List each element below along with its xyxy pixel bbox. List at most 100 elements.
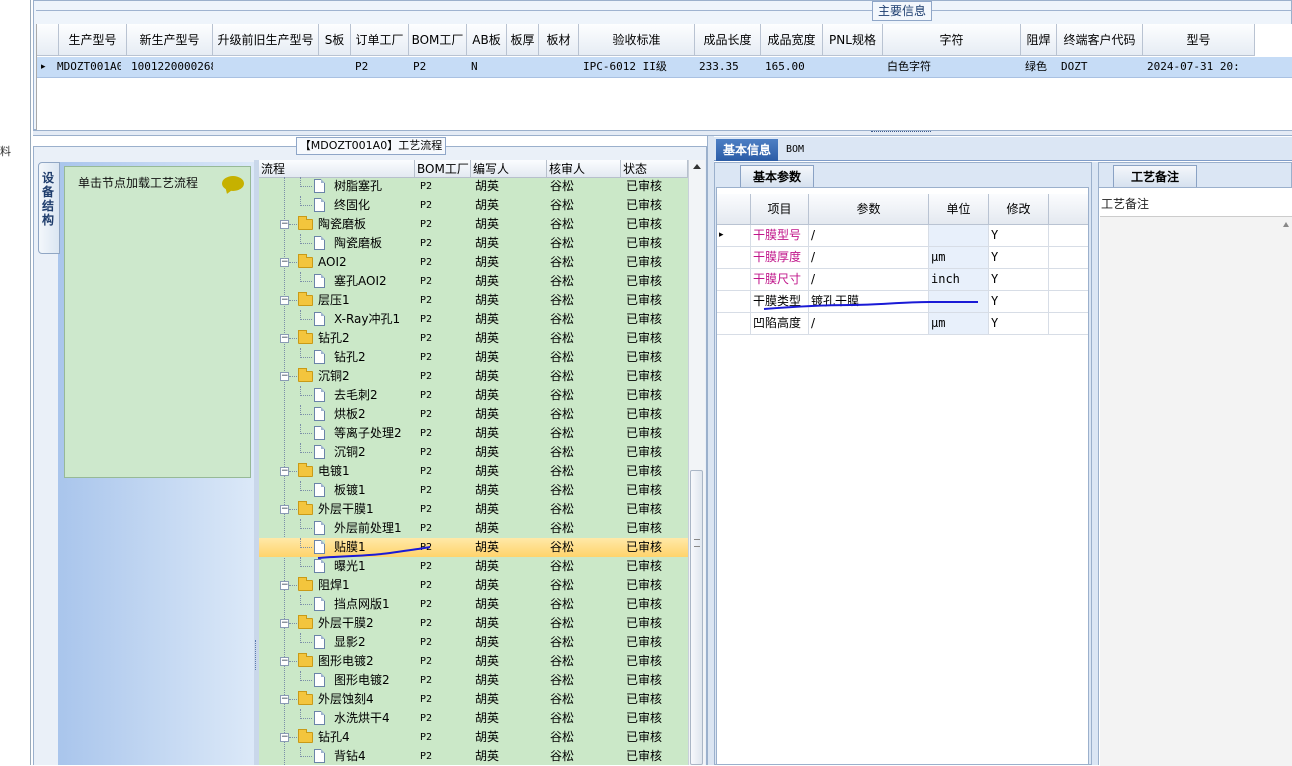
tree-row[interactable]: 塞孔AOI2 P2 胡英 谷松 已审核: [259, 272, 688, 291]
param-unit: μm: [929, 313, 989, 334]
tree-row[interactable]: − 阻焊1 P2 胡英 谷松 已审核: [259, 576, 688, 595]
column-header[interactable]: 板厚: [507, 24, 539, 56]
tree-row[interactable]: − 沉铜2 P2 胡英 谷松 已审核: [259, 367, 688, 386]
tree-row[interactable]: X-Ray冲孔1 P2 胡英 谷松 已审核: [259, 310, 688, 329]
tree-row[interactable]: − 图形电镀2 P2 胡英 谷松 已审核: [259, 652, 688, 671]
collapse-toggle-icon[interactable]: −: [280, 372, 289, 381]
column-header[interactable]: 成品宽度: [761, 24, 823, 56]
column-header[interactable]: 升级前旧生产型号: [213, 24, 319, 56]
main-info-grid[interactable]: 生产型号 新生产型号 升级前旧生产型号 S板 订单工厂 BOM工厂 AB板 板厚 板材 验收标准成…: [36, 24, 1292, 130]
param-value[interactable]: /: [809, 269, 929, 290]
tree-row[interactable]: − 外层干膜1 P2 胡英 谷松 已审核: [259, 500, 688, 519]
params-column-header[interactable]: 参数: [809, 194, 929, 225]
column-header[interactable]: 板材: [539, 24, 579, 56]
column-header[interactable]: PNL规格: [823, 24, 883, 56]
panel-splitter-middle[interactable]: [707, 136, 714, 765]
tree-column-header[interactable]: 流程: [259, 160, 415, 178]
collapse-toggle-icon[interactable]: −: [280, 258, 289, 267]
tree-scrollbar[interactable]: [688, 160, 705, 765]
collapse-toggle-icon[interactable]: −: [280, 695, 289, 704]
horizontal-splitter[interactable]: [33, 130, 1292, 136]
scroll-up-arrow-icon[interactable]: [693, 164, 701, 169]
param-value[interactable]: /: [809, 225, 929, 246]
tab-equipment-structure[interactable]: 设备结构: [38, 162, 60, 254]
params-row[interactable]: 干膜厚度 / μm Y: [717, 247, 1088, 269]
tree-bom-factory: P2: [420, 599, 433, 610]
tree-row[interactable]: 终固化 P2 胡英 谷松 已审核: [259, 196, 688, 215]
collapse-toggle-icon[interactable]: −: [280, 296, 289, 305]
remark-textarea[interactable]: [1100, 216, 1292, 766]
tree-row[interactable]: − 电镀1 P2 胡英 谷松 已审核: [259, 462, 688, 481]
tab-basic-params[interactable]: 基本参数: [740, 165, 814, 187]
tree-row[interactable]: − 陶瓷磨板 P2 胡英 谷松 已审核: [259, 215, 688, 234]
tree-column-header[interactable]: 核审人: [547, 160, 621, 178]
column-header[interactable]: 订单工厂: [351, 24, 409, 56]
tree-row[interactable]: 背钻4 P2 胡英 谷松 已审核: [259, 747, 688, 765]
tree-row[interactable]: 外层前处理1 P2 胡英 谷松 已审核: [259, 519, 688, 538]
params-row[interactable]: ▸ 干膜型号 / Y: [717, 225, 1088, 247]
collapse-toggle-icon[interactable]: −: [280, 334, 289, 343]
tree-branch-line: [289, 699, 297, 700]
tree-row[interactable]: 水洗烘干4 P2 胡英 谷松 已审核: [259, 709, 688, 728]
column-header[interactable]: 成品长度: [695, 24, 761, 56]
collapse-toggle-icon[interactable]: −: [280, 657, 289, 666]
tree-row[interactable]: 显影2 P2 胡英 谷松 已审核: [259, 633, 688, 652]
tree-row[interactable]: 树脂塞孔 P2 胡英 谷松 已审核: [259, 177, 688, 196]
column-header[interactable]: 生产型号: [59, 24, 127, 56]
params-row[interactable]: 凹陷高度 / μm Y: [717, 313, 1088, 335]
column-header[interactable]: S板: [319, 24, 351, 56]
process-tree-grid[interactable]: 流程 BOM工厂 编写人 核审人 状态 树脂塞孔 P2 胡英 谷松 已审核 终固化 P2 胡英 谷松 已审核…: [259, 160, 688, 765]
column-header[interactable]: 字符: [883, 24, 1021, 56]
equipment-node-panel[interactable]: [64, 166, 251, 478]
tree-row[interactable]: 去毛刺2 P2 胡英 谷松 已审核: [259, 386, 688, 405]
tree-row[interactable]: − 钻孔4 P2 胡英 谷松 已审核: [259, 728, 688, 747]
tab-process-remark[interactable]: 工艺备注: [1113, 165, 1197, 187]
collapse-toggle-icon[interactable]: −: [280, 505, 289, 514]
tree-row[interactable]: − 外层干膜2 P2 胡英 谷松 已审核: [259, 614, 688, 633]
tree-row[interactable]: − 钻孔2 P2 胡英 谷松 已审核: [259, 329, 688, 348]
params-grid[interactable]: 项目 参数 单位 修改 ▸ 干膜型号 / Y 干膜厚度 / μm Y 干膜尺寸 / inch Y 干膜类型 镀孔干…: [716, 187, 1089, 765]
param-value[interactable]: /: [809, 313, 929, 334]
scrollbar-thumb[interactable]: [690, 470, 703, 765]
collapse-toggle-icon[interactable]: −: [280, 619, 289, 628]
collapse-toggle-icon[interactable]: −: [280, 733, 289, 742]
collapse-toggle-icon[interactable]: −: [280, 220, 289, 229]
params-row[interactable]: 干膜类型 镀孔干膜 Y: [717, 291, 1088, 313]
column-header[interactable]: 新生产型号: [127, 24, 213, 56]
column-header[interactable]: AB板: [467, 24, 507, 56]
params-column-header[interactable]: 项目: [751, 194, 809, 225]
column-header[interactable]: 验收标准: [579, 24, 695, 56]
tree-row[interactable]: 烘板2 P2 胡英 谷松 已审核: [259, 405, 688, 424]
param-value[interactable]: /: [809, 247, 929, 268]
column-header[interactable]: 型号: [1143, 24, 1255, 56]
tree-row-selected[interactable]: 贴膜1 P2 胡英 谷松 已审核: [259, 538, 688, 557]
column-header[interactable]: 终端客户代码: [1057, 24, 1143, 56]
column-header[interactable]: BOM工厂: [409, 24, 467, 56]
collapse-toggle-icon[interactable]: −: [280, 467, 289, 476]
tree-column-header[interactable]: 编写人: [471, 160, 547, 178]
tree-column-header[interactable]: 状态: [621, 160, 688, 178]
tree-row[interactable]: 钻孔2 P2 胡英 谷松 已审核: [259, 348, 688, 367]
tree-row[interactable]: − 外层蚀刻4 P2 胡英 谷松 已审核: [259, 690, 688, 709]
tree-row[interactable]: 曝光1 P2 胡英 谷松 已审核: [259, 557, 688, 576]
tree-column-header[interactable]: BOM工厂: [415, 160, 471, 178]
tab-basic-info[interactable]: 基本信息: [716, 139, 778, 161]
tree-row[interactable]: 板镀1 P2 胡英 谷松 已审核: [259, 481, 688, 500]
tree-writer: 胡英: [475, 293, 500, 307]
tree-row[interactable]: 挡点网版1 P2 胡英 谷松 已审核: [259, 595, 688, 614]
splitter-grip[interactable]: [871, 131, 931, 136]
params-row[interactable]: 干膜尺寸 / inch Y: [717, 269, 1088, 291]
tree-row[interactable]: − AOI2 P2 胡英 谷松 已审核: [259, 253, 688, 272]
column-header[interactable]: 阻焊: [1021, 24, 1057, 56]
tree-row[interactable]: 图形电镀2 P2 胡英 谷松 已审核: [259, 671, 688, 690]
param-value[interactable]: 镀孔干膜: [809, 291, 929, 312]
collapse-toggle-icon[interactable]: −: [280, 581, 289, 590]
tree-row[interactable]: 等离子处理2 P2 胡英 谷松 已审核: [259, 424, 688, 443]
tree-row[interactable]: − 层压1 P2 胡英 谷松 已审核: [259, 291, 688, 310]
tree-row[interactable]: 沉铜2 P2 胡英 谷松 已审核: [259, 443, 688, 462]
remark-scroll-up-icon[interactable]: [1283, 222, 1289, 227]
params-column-header[interactable]: 单位: [929, 194, 989, 225]
tab-bom[interactable]: BOM: [786, 139, 826, 161]
tree-row[interactable]: 陶瓷磨板 P2 胡英 谷松 已审核: [259, 234, 688, 253]
params-column-header[interactable]: 修改: [989, 194, 1049, 225]
